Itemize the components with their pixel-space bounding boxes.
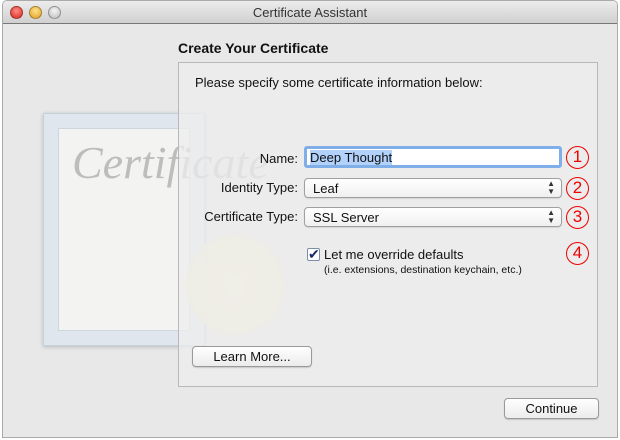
name-input[interactable]: Deep Thought xyxy=(304,146,562,168)
page-title: Create Your Certificate xyxy=(178,40,329,56)
continue-button[interactable]: Continue xyxy=(504,398,599,419)
identity-type-value: Leaf xyxy=(313,181,339,196)
learn-more-button[interactable]: Learn More... xyxy=(192,346,312,367)
close-button[interactable] xyxy=(10,6,23,19)
annotation-1: 1 xyxy=(566,146,589,169)
annotation-2: 2 xyxy=(566,177,589,200)
name-label: Name: xyxy=(259,151,298,166)
updown-arrows-icon: ▲ ▼ xyxy=(547,179,555,196)
name-value: Deep Thought xyxy=(310,150,393,165)
title-bar: Certificate Assistant xyxy=(3,1,617,24)
override-label: Let me override defaults xyxy=(324,247,464,262)
minimize-button[interactable] xyxy=(29,6,42,19)
window-title: Certificate Assistant xyxy=(252,5,368,20)
zoom-button[interactable] xyxy=(48,6,61,19)
intro-text: Please specify some certificate informat… xyxy=(195,75,483,90)
annotation-4: 4 xyxy=(566,242,589,265)
updown-arrows-icon: ▲ ▼ xyxy=(547,208,555,225)
certificate-type-label: Certificate Type: xyxy=(204,209,298,224)
annotation-3: 3 xyxy=(566,206,589,229)
identity-type-select[interactable]: Leaf ▲ ▼ xyxy=(304,178,562,198)
override-hint: (i.e. extensions, destination keychain, … xyxy=(324,264,522,276)
certificate-type-value: SSL Server xyxy=(313,210,379,225)
override-checkbox[interactable]: ✔ xyxy=(307,247,320,261)
certificate-type-select[interactable]: SSL Server ▲ ▼ xyxy=(304,207,562,227)
identity-type-label: Identity Type: xyxy=(220,180,298,195)
